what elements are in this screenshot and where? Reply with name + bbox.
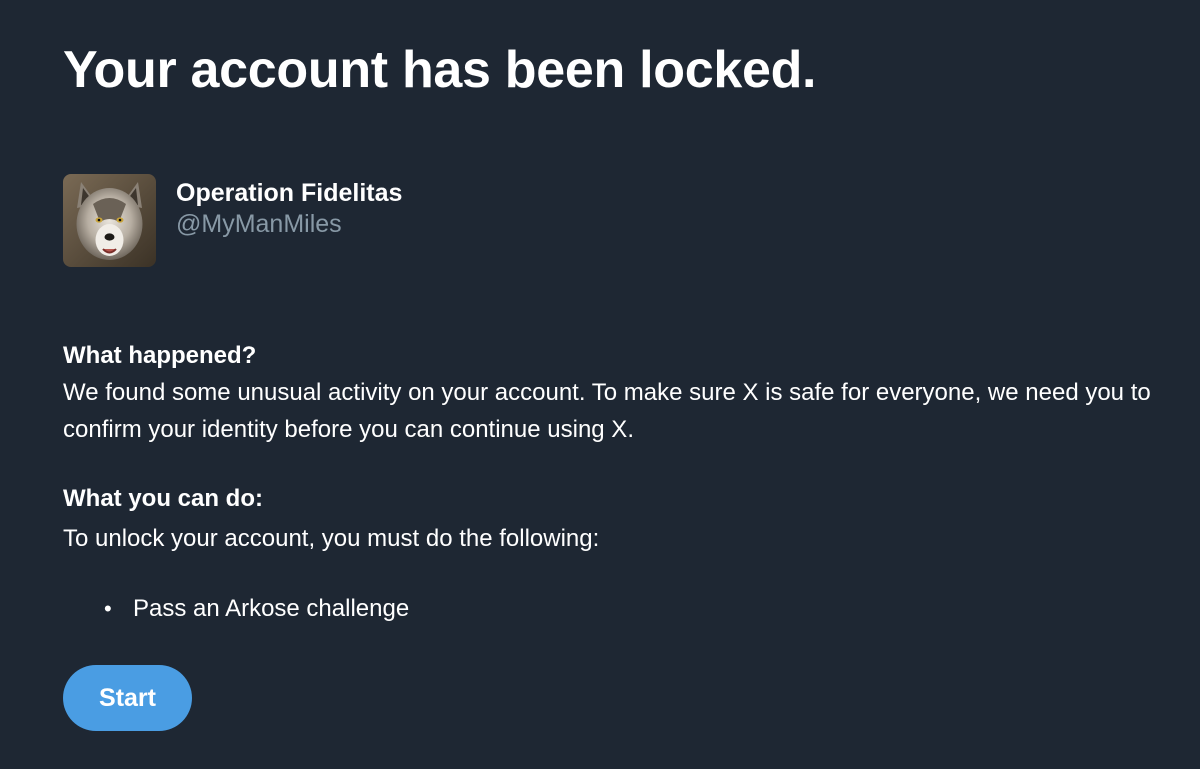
requirement-label: Pass an Arkose challenge (133, 595, 410, 622)
locked-account-page: Your account has been locked. Operation … (0, 0, 1200, 769)
list-item: • Pass an Arkose challenge (63, 590, 409, 627)
start-button[interactable]: Start (63, 665, 192, 731)
page-title: Your account has been locked. (63, 41, 817, 99)
what-you-can-do-heading: What you can do: (63, 485, 263, 512)
account-profile: Operation Fidelitas @MyManMiles (63, 174, 402, 268)
profile-handle: @MyManMiles (176, 210, 342, 238)
profile-names: Operation Fidelitas @MyManMiles (176, 174, 402, 240)
avatar (63, 174, 156, 267)
what-happened-heading: What happened? (63, 342, 257, 369)
profile-display-name: Operation Fidelitas (176, 179, 403, 207)
wolf-avatar-icon (63, 174, 156, 267)
what-you-can-do-text: To unlock your account, you must do the … (63, 525, 600, 552)
requirements-list: • Pass an Arkose challenge (63, 590, 409, 627)
bullet-icon: • (104, 596, 112, 621)
what-happened-text: We found some unusual activity on your a… (63, 379, 1151, 443)
